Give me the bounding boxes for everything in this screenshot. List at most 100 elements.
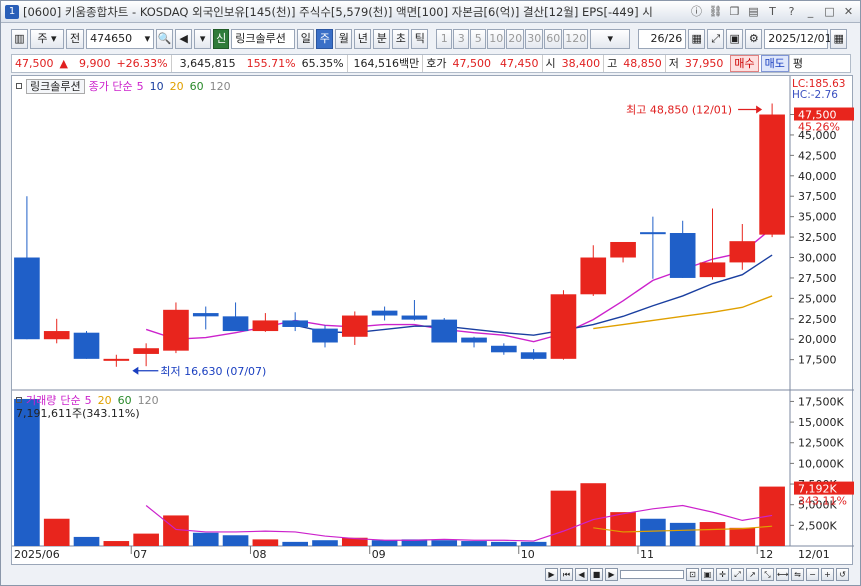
- scroll-track[interactable]: [620, 569, 684, 579]
- ruler-icon[interactable]: ⟷: [776, 567, 789, 581]
- volume-bar: [312, 540, 338, 546]
- x-tick-label: 12: [759, 548, 773, 561]
- link-chart-icon[interactable]: ⇋: [791, 567, 804, 581]
- link-icon[interactable]: ⛓: [708, 4, 723, 19]
- info-icon[interactable]: ⓘ: [689, 4, 704, 19]
- font-icon[interactable]: T: [765, 4, 780, 19]
- close-icon[interactable]: ✕: [841, 4, 856, 19]
- period-tab-1[interactable]: 주: [316, 29, 334, 49]
- volume-bar: [431, 540, 458, 546]
- legend-square-icon: [16, 83, 22, 89]
- quote-bar: 47,500 ▲ 9,900 +26.33% 3,645,815 155.71%…: [11, 54, 851, 73]
- scroll-first-icon[interactable]: ⏮: [560, 567, 573, 581]
- draw-icon[interactable]: ↗: [746, 567, 759, 581]
- period-tab-2[interactable]: 월: [335, 29, 353, 49]
- arrow-icon[interactable]: ⤡: [761, 567, 774, 581]
- low-annotation: 최저 16,630 (07/07): [160, 365, 266, 378]
- date-input[interactable]: 2025/12/01: [764, 29, 832, 49]
- interval-custom-select[interactable]: ▾: [590, 29, 631, 49]
- reset-icon[interactable]: ↺: [836, 567, 849, 581]
- save-icon[interactable]: ▣: [726, 29, 744, 49]
- stop-icon[interactable]: ■: [590, 567, 603, 581]
- chart-area[interactable]: 47,50045,00042,50040,00037,50035,00032,5…: [11, 75, 854, 566]
- zoom-in-icon[interactable]: +: [821, 567, 834, 581]
- chart-scrollbar[interactable]: ▶ ⏮ ◀ ■ ▶ ⊡ ▣ ✛ ⤢ ↗ ⤡ ⟷ ⇋ − + ↺: [11, 566, 853, 582]
- interval-tabs: 1 3 5 10 20 30 60 120: [436, 29, 589, 49]
- copy-icon[interactable]: ❐: [727, 4, 742, 19]
- volume-bar: [461, 541, 487, 546]
- layout-icon[interactable]: ▥: [11, 29, 28, 49]
- zoom-window-icon[interactable]: ▣: [701, 567, 714, 581]
- sound-icon[interactable]: ◀: [175, 29, 193, 49]
- volume-tick-label: 2,500K: [798, 519, 837, 532]
- quote-change-pct: +26.33%: [116, 57, 168, 70]
- price-ma-periods: 5 10 20 60 120: [137, 80, 231, 93]
- candle-body: [491, 345, 517, 353]
- chart-canvas[interactable]: 47,50045,00042,50040,00037,50035,00032,5…: [12, 76, 854, 566]
- period-tab-6[interactable]: 틱: [411, 29, 429, 49]
- candle-body: [312, 328, 338, 343]
- volume-ma-period-3: 120: [137, 393, 159, 407]
- volume-bar: [610, 512, 636, 546]
- pan-icon[interactable]: ⤢: [731, 567, 744, 581]
- price-panel-name[interactable]: 링크솔루션: [26, 78, 85, 94]
- x-tick-label: 12/01: [798, 548, 830, 561]
- mode-select[interactable]: 주 ▾: [30, 29, 64, 49]
- candle-body: [461, 337, 487, 343]
- period-tab-3[interactable]: 년: [354, 29, 372, 49]
- calendar-icon[interactable]: ▦: [830, 29, 848, 49]
- prev-button[interactable]: 전: [66, 29, 85, 49]
- interval-tab-4[interactable]: 20: [506, 29, 525, 49]
- avg-button[interactable]: 평: [788, 55, 806, 72]
- grid-icon[interactable]: ▦: [688, 29, 706, 49]
- gear-icon[interactable]: ⚙: [745, 29, 763, 49]
- volume-bar: [43, 518, 70, 546]
- current-volume-pct-tag: 343.11%: [798, 495, 847, 508]
- interval-tab-7[interactable]: 120: [563, 29, 589, 49]
- volume-tick-label: 10,000K: [798, 457, 844, 470]
- stock-name-display[interactable]: 링크솔루션: [231, 29, 296, 49]
- price-tick-label: 40,000: [798, 170, 837, 183]
- volume-bar: [520, 541, 547, 546]
- interval-tab-2[interactable]: 5: [470, 29, 487, 49]
- interval-tab-6[interactable]: 60: [544, 29, 563, 49]
- scroll-next-icon[interactable]: ▶: [605, 567, 618, 581]
- search-icon[interactable]: 🔍: [156, 29, 174, 49]
- help-icon[interactable]: ?: [784, 4, 799, 19]
- price-tick-label: 22,500: [798, 313, 837, 326]
- volume-bar: [73, 536, 100, 546]
- count-display[interactable]: 26/26: [638, 29, 687, 49]
- period-tab-0[interactable]: 일: [297, 29, 315, 49]
- interval-tab-5[interactable]: 30: [525, 29, 544, 49]
- x-tick-label: 2025/06: [14, 548, 60, 561]
- scroll-right-icon[interactable]: ▶: [545, 567, 558, 581]
- print-icon[interactable]: ▤: [746, 4, 761, 19]
- interval-tab-1[interactable]: 3: [453, 29, 470, 49]
- volume-readout: 7,191,611주(343.11%): [16, 407, 140, 420]
- price-tick-label: 17,500: [798, 354, 837, 367]
- zoom-out-icon[interactable]: −: [806, 567, 819, 581]
- candle-body: [699, 262, 726, 278]
- interval-tab-3[interactable]: 10: [487, 29, 506, 49]
- maximize-icon[interactable]: □: [822, 4, 837, 19]
- candle-body: [759, 114, 785, 235]
- minimize-icon[interactable]: _: [803, 4, 818, 19]
- crosshair-icon[interactable]: ✛: [716, 567, 729, 581]
- tool-icon[interactable]: ⤢: [707, 29, 725, 49]
- dropdown-icon[interactable]: ▾: [194, 29, 212, 49]
- candle-body: [371, 310, 398, 316]
- quote-change: 9,900: [78, 57, 111, 70]
- zoom-fit-icon[interactable]: ⊡: [686, 567, 699, 581]
- x-tick-label: 07: [133, 548, 147, 561]
- volume-bar: [580, 483, 607, 546]
- stock-code-input[interactable]: 474650 ▾: [86, 29, 155, 49]
- period-tab-5[interactable]: 초: [392, 29, 410, 49]
- app-icon: 1: [5, 4, 19, 19]
- period-tab-4[interactable]: 분: [373, 29, 391, 49]
- buy-button[interactable]: 매수: [730, 55, 759, 72]
- candle-body: [73, 332, 100, 359]
- scroll-prev-icon[interactable]: ◀: [575, 567, 588, 581]
- interval-tab-0[interactable]: 1: [436, 29, 453, 49]
- sell-button[interactable]: 매도: [760, 55, 789, 72]
- volume-bar: [669, 522, 696, 546]
